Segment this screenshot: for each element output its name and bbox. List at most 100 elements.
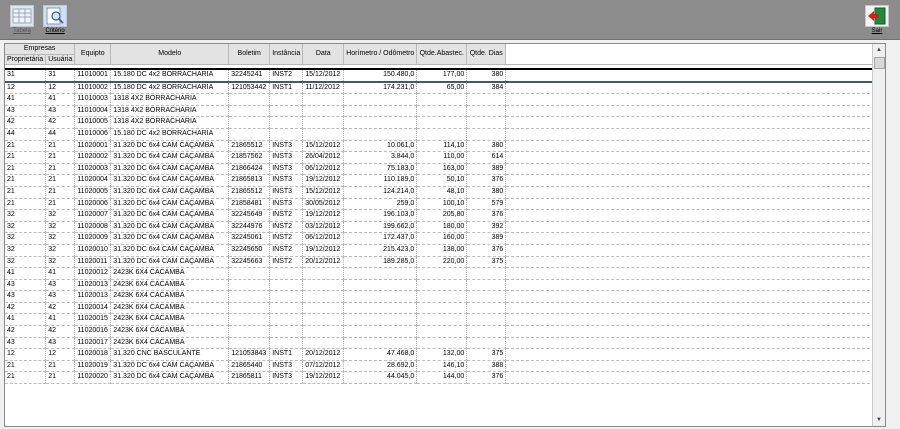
table-cell: 579	[466, 198, 507, 211]
col-header-proprietaria[interactable]: Proprietária	[5, 54, 47, 65]
tabela-button[interactable]: Tabela	[7, 3, 37, 36]
table-cell	[416, 105, 468, 118]
table-row[interactable]: 43 43 11020017 2423K 6X4 CACAMBA	[5, 337, 885, 350]
table-cell: 21	[45, 198, 76, 211]
table-cell: 12	[45, 348, 76, 361]
table-cell: INST3	[269, 151, 304, 164]
col-header-usuaria[interactable]: Usuária	[45, 54, 76, 65]
table-row[interactable]: 21 21 11020019 31.320 DC 6x4 CAM CAÇAMBA 218…	[5, 360, 885, 373]
table-cell: 3.844,0	[343, 151, 418, 164]
table-cell: 32	[5, 209, 47, 222]
table-cell: INST2	[269, 256, 304, 269]
equipment-table: Empresas Equipto Modelo Boletim Instânci…	[5, 44, 885, 385]
table-cell: 11020017	[74, 337, 112, 350]
table-row[interactable]: 21 21 11020006 31.320 DC 6x4 CAM CAÇAMBA 218…	[5, 198, 885, 211]
sair-button[interactable]: Sair	[862, 3, 892, 36]
row-filler	[505, 313, 885, 327]
table-row[interactable]: 32 32 11020009 31.320 DC 6x4 CAM CAÇAMBA 322…	[5, 232, 885, 245]
table-cell: 15.180 DC 4x2 BORRACHARIA	[110, 128, 230, 141]
table-cell	[466, 337, 507, 350]
table-row[interactable]: 32 32 11020010 31.320 DC 6x4 CAM CAÇAMBA 322…	[5, 244, 885, 257]
data-grid[interactable]: Empresas Equipto Modelo Boletim Instânci…	[4, 43, 886, 427]
table-row[interactable]: 43 43 11010004 1318 4X2 BORRACHARIA	[5, 105, 885, 118]
table-row[interactable]: 12 12 11010002 15.180 DC 4x2 BORRACHARIA 121…	[5, 81, 885, 95]
table-row[interactable]: 32 32 11020008 31.320 DC 6x4 CAM CAÇAMBA 322…	[5, 221, 885, 234]
table-icon	[10, 5, 34, 27]
table-row[interactable]: 32 32 11020007 31.320 DC 6x4 CAM CAÇAMBA 322…	[5, 209, 885, 222]
row-filler	[505, 93, 885, 106]
table-cell: 50,10	[416, 174, 468, 187]
table-cell: 31.320 DC 6x4 CAM CAÇAMBA	[110, 186, 230, 199]
col-header-modelo[interactable]: Modelo	[110, 44, 230, 65]
table-cell: 15.180 DC 4x2 BORRACHARIA	[110, 81, 230, 95]
row-filler	[505, 232, 885, 245]
table-row[interactable]: 31 31 11010001 15.180 DC 4x2 BORRACHARIA 322…	[5, 69, 885, 83]
table-row[interactable]: 21 21 11020020 31.320 DC 6x4 CAM CAÇAMBA 218…	[5, 371, 885, 385]
table-cell: 11010004	[74, 105, 112, 118]
table-row[interactable]: 21 21 11020001 31.320 DC 6x4 CAM CAÇAMBA 218…	[5, 140, 885, 153]
table-cell: 32245663	[228, 256, 271, 269]
table-cell	[416, 302, 468, 315]
table-cell	[269, 267, 304, 280]
table-cell	[416, 128, 468, 141]
table-row[interactable]: 44 44 11010006 15.180 DC 4x2 BORRACHARIA	[5, 128, 885, 141]
table-cell: 11020008	[74, 221, 112, 234]
table-row[interactable]: 42 42 11020016 2423K 6X4 CACAMBA	[5, 325, 885, 338]
table-row[interactable]: 41 41 11020012 2423K 6X4 CACAMBA	[5, 267, 885, 280]
col-header-data[interactable]: Data	[302, 44, 345, 65]
col-header-boletim[interactable]: Boletim	[228, 44, 271, 65]
table-cell: 43	[45, 279, 76, 292]
table-cell: 163,00	[416, 163, 468, 176]
table-cell: INST3	[269, 360, 304, 373]
table-row[interactable]: 21 21 11020003 31.320 DC 6x4 CAM CAÇAMBA 218…	[5, 163, 885, 176]
table-cell: 31.320 DC 6x4 CAM CAÇAMBA	[110, 151, 230, 164]
table-row[interactable]: 43 43 11020013 2423K 6X4 CACAMBA	[5, 279, 885, 292]
table-cell: 2423K 6X4 CACAMBA	[110, 325, 230, 338]
table-cell: 172.437,0	[343, 232, 418, 245]
table-cell: 15/12/2012	[302, 69, 345, 83]
table-cell	[228, 128, 271, 141]
table-cell: 42	[45, 302, 76, 315]
table-row[interactable]: 32 32 11020011 31.320 DC 6x4 CAM CAÇAMBA 322…	[5, 256, 885, 269]
table-cell: 31.320 CNC BASCULANTE	[110, 348, 230, 361]
table-cell	[466, 93, 507, 106]
table-cell	[269, 302, 304, 315]
scroll-up-arrow-icon[interactable]: ▲	[873, 44, 885, 56]
vertical-scrollbar[interactable]: ▲ ▼	[872, 44, 885, 426]
table-cell: 380	[466, 69, 507, 83]
col-header-instancia[interactable]: Instância	[269, 44, 304, 65]
scroll-thumb[interactable]	[874, 57, 885, 69]
table-cell	[416, 337, 468, 350]
table-row[interactable]: 21 21 11020004 31.320 DC 6x4 CAM CAÇAMBA 218…	[5, 174, 885, 187]
table-cell: 376	[466, 174, 507, 187]
table-cell: 1318 4X2 BORRACHARIA	[110, 93, 230, 106]
criterio-button[interactable]: Critério	[40, 3, 70, 36]
table-cell: 124.214,0	[343, 186, 418, 199]
row-filler	[505, 69, 885, 83]
criterio-label: Critério	[45, 28, 65, 34]
table-row[interactable]: 43 43 11020013 2423K 6X4 CACAMBA	[5, 290, 885, 303]
table-row[interactable]: 21 21 11020002 31.320 DC 6x4 CAM CAÇAMBA 218…	[5, 151, 885, 164]
table-cell: 48,10	[416, 186, 468, 199]
scroll-down-arrow-icon[interactable]: ▼	[873, 414, 885, 426]
col-header-equipto[interactable]: Equipto	[74, 44, 112, 65]
table-row[interactable]: 41 41 11020015 2423K 6X4 CACAMBA	[5, 313, 885, 327]
table-row[interactable]: 42 42 11010005 1318 4X2 BORRACHARIA	[5, 116, 885, 129]
table-cell: 2423K 6X4 CACAMBA	[110, 267, 230, 280]
table-cell: 42	[5, 325, 47, 338]
col-header-qtde-dias[interactable]: Qtde. Dias	[466, 44, 507, 65]
table-cell: 42	[5, 302, 47, 315]
table-cell: 11020019	[74, 360, 112, 373]
table-row[interactable]: 42 42 11020014 2423K 6X4 CACAMBA	[5, 302, 885, 315]
col-header-qtde-abastec[interactable]: Qtde.Abastec.	[416, 44, 468, 65]
table-cell: 21	[5, 371, 47, 385]
table-row[interactable]: 12 12 11020018 31.320 CNC BASCULANTE 1210538…	[5, 348, 885, 361]
table-cell: 32245061	[228, 232, 271, 245]
table-cell: 21866424	[228, 163, 271, 176]
table-cell: 31.320 DC 6x4 CAM CAÇAMBA	[110, 209, 230, 222]
table-cell: 32245650	[228, 244, 271, 257]
table-row[interactable]: 21 21 11020005 31.320 DC 6x4 CAM CAÇAMBA 218…	[5, 186, 885, 199]
row-filler	[505, 186, 885, 199]
col-header-horimetro[interactable]: Horímetro / Odômetro	[343, 44, 418, 65]
table-row[interactable]: 41 41 11010003 1318 4X2 BORRACHARIA	[5, 93, 885, 106]
